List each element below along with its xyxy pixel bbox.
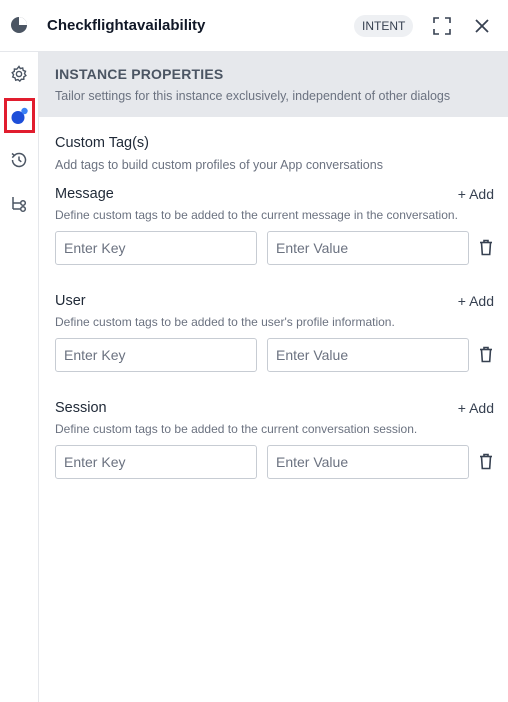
branch-icon [12,197,27,213]
panel-header: Checkflightavailability INTENT [0,0,508,52]
user-key-input[interactable] [55,338,257,372]
group-description: Define custom tags to be added to the cu… [55,422,418,436]
session-value-input[interactable] [267,445,469,479]
user-value-input[interactable] [267,338,469,372]
dialog-title: Checkflightavailability [47,17,206,34]
add-message-tag-button[interactable]: + Add [458,186,494,202]
message-value-input[interactable] [267,231,469,265]
add-session-tag-button[interactable]: + Add [458,400,494,416]
banner-subtext: Tailor settings for this instance exclus… [55,89,451,103]
pie-chart-icon [10,16,28,34]
group-title: Message [55,186,114,202]
banner-heading: INSTANCE PROPERTIES [55,66,224,82]
group-description: Define custom tags to be added to the cu… [55,208,458,222]
rail-item-history[interactable] [9,150,29,170]
trash-icon[interactable] [479,239,493,256]
trash-icon[interactable] [479,453,493,470]
type-badge: INTENT [354,15,414,37]
session-key-input[interactable] [55,445,257,479]
group-title: Session [55,400,107,416]
group-title: User [55,293,86,309]
rail-item-settings[interactable] [9,64,29,84]
rail-item-flow[interactable] [9,194,29,214]
custom-tags-subtitle: Add tags to build custom profiles of you… [55,158,383,172]
expand-icon[interactable] [433,17,451,35]
custom-tags-title: Custom Tag(s) [55,135,150,151]
close-icon[interactable] [474,18,490,34]
trash-icon[interactable] [479,346,493,363]
instance-properties-banner: INSTANCE PROPERTIES Tailor settings for … [39,52,508,117]
group-description: Define custom tags to be added to the us… [55,315,395,329]
history-icon [11,152,27,168]
gear-icon [11,65,27,83]
add-user-tag-button[interactable]: + Add [458,293,494,309]
bubbles-icon [11,107,28,124]
message-key-input[interactable] [55,231,257,265]
rail-item-instance-properties[interactable] [4,98,35,133]
side-rail [0,52,39,702]
